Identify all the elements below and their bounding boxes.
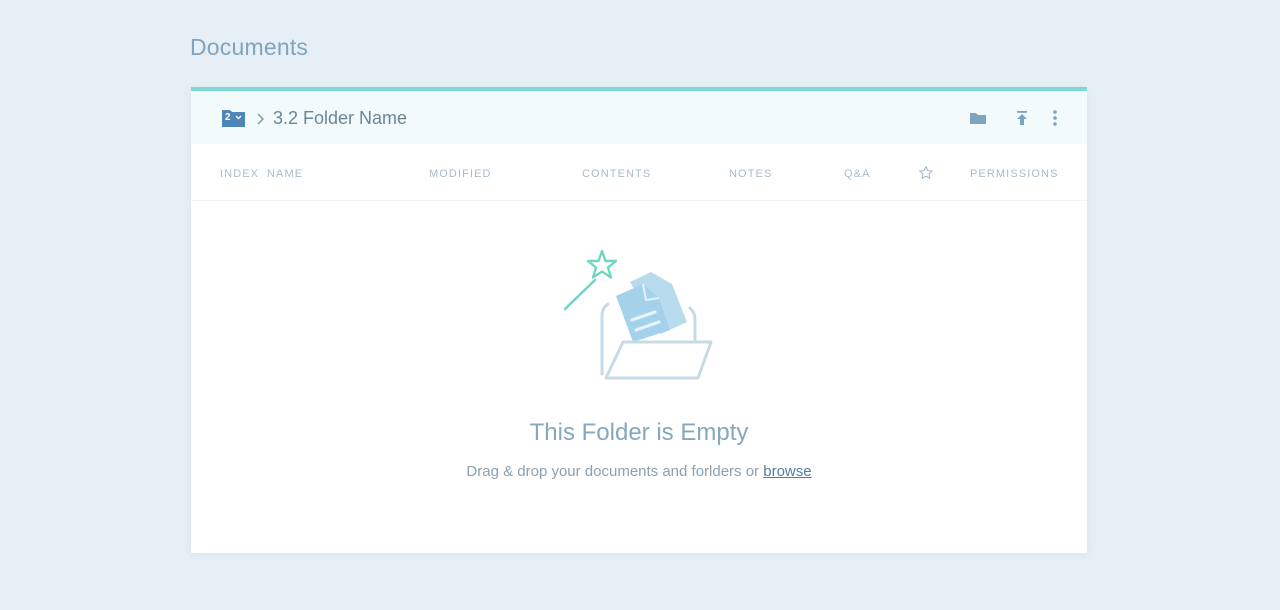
column-index[interactable]: INDEX <box>220 168 259 180</box>
more-vertical-icon[interactable] <box>1046 109 1064 127</box>
column-qa[interactable]: Q&A <box>844 168 871 180</box>
chevron-right-icon <box>257 113 265 125</box>
breadcrumb-folder-name[interactable]: 3.2 Folder Name <box>273 108 407 129</box>
star-icon[interactable] <box>918 165 934 181</box>
column-name[interactable]: NAME <box>267 168 303 180</box>
empty-state-title: This Folder is Empty <box>529 419 749 446</box>
empty-state-subtitle: Drag & drop your documents and forlders … <box>191 463 1087 480</box>
column-permissions[interactable]: PERMISSIONS <box>970 168 1059 180</box>
empty-state-subtitle-text: Drag & drop your documents and forlders … <box>466 463 764 480</box>
table-header-row: INDEX NAME MODIFIED CONTENTS NOTES Q&A P… <box>191 144 1087 201</box>
column-modified[interactable]: MODIFIED <box>429 168 492 180</box>
folder-badge-count: 2 <box>225 112 231 123</box>
page-title: Documents <box>190 34 309 60</box>
folder-icon[interactable] <box>969 109 987 127</box>
documents-panel: 2 3.2 Folder Name INDEX NAME MODIFIED CO… <box>191 87 1087 553</box>
folder-toolbar: 2 3.2 Folder Name <box>191 91 1087 144</box>
empty-folder-illustration <box>563 249 713 380</box>
column-notes[interactable]: NOTES <box>729 168 772 180</box>
upload-icon[interactable] <box>1013 109 1031 127</box>
browse-link[interactable]: browse <box>763 463 811 480</box>
chevron-down-icon <box>235 115 242 120</box>
column-contents[interactable]: CONTENTS <box>582 168 651 180</box>
